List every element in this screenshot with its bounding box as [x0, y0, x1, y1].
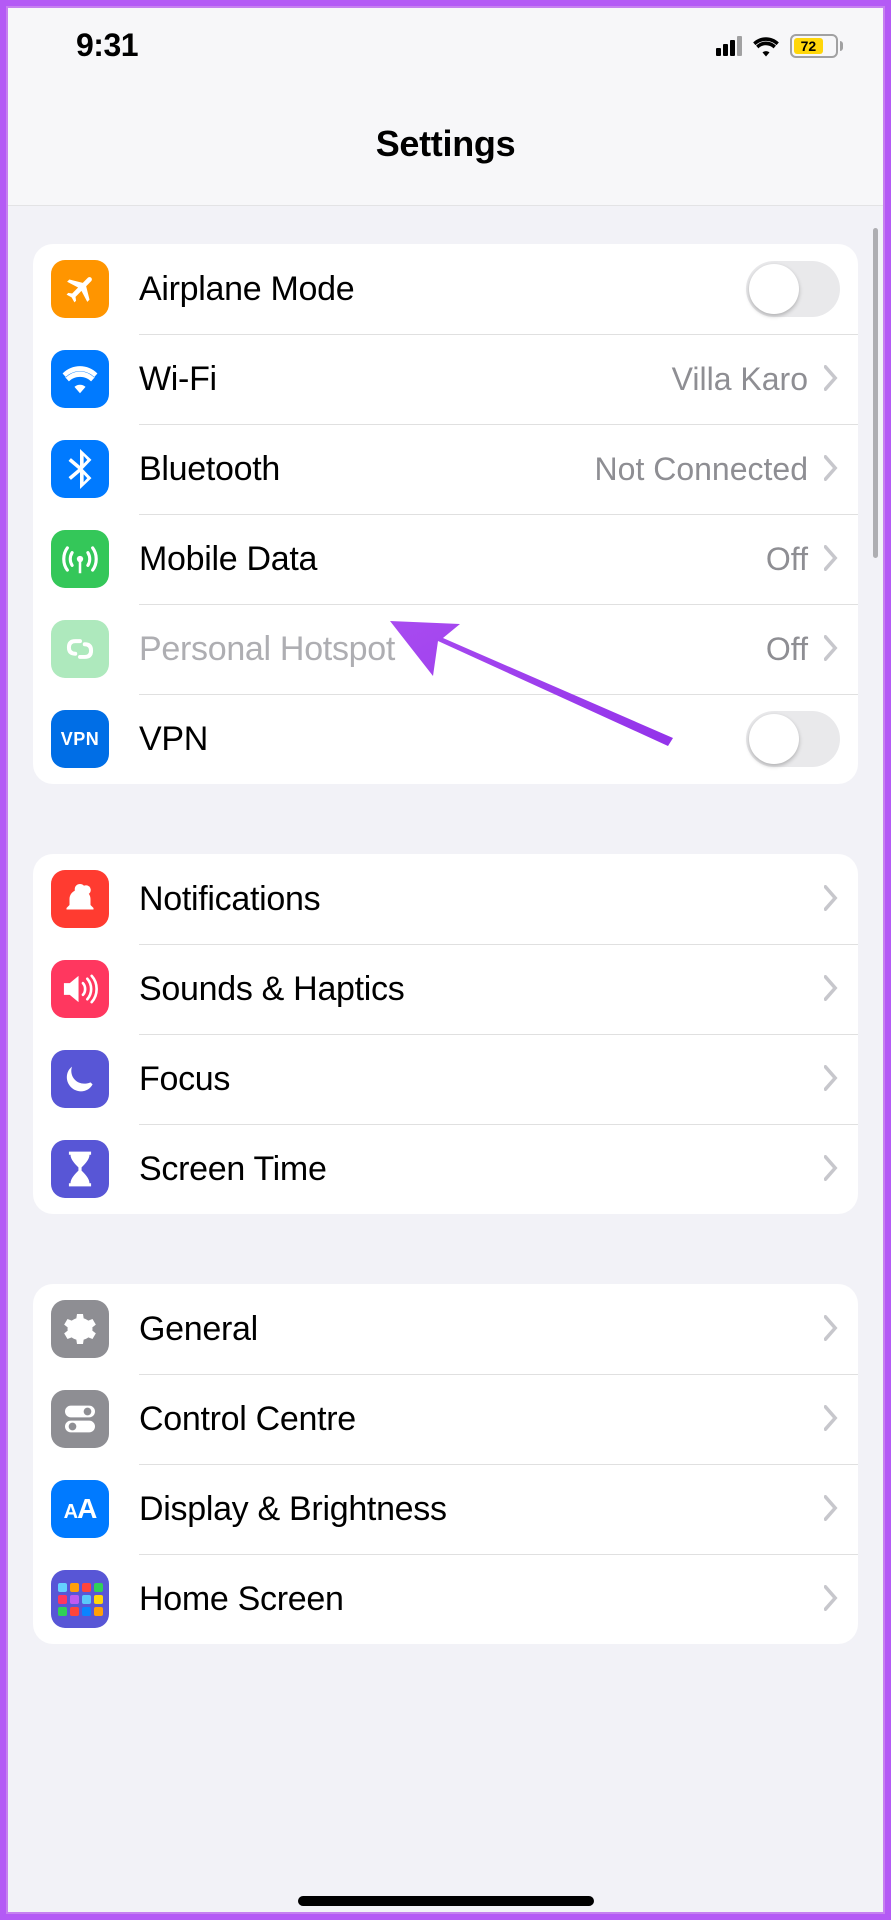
antenna-icon: [51, 530, 109, 588]
row-label: VPN: [139, 720, 208, 759]
row-sounds-haptics[interactable]: Sounds & Haptics: [33, 944, 858, 1034]
wifi-status-icon: [752, 35, 780, 57]
page-title: Settings: [8, 73, 883, 206]
airplane-icon: [51, 260, 109, 318]
row-screen-time[interactable]: Screen Time: [33, 1124, 858, 1214]
row-label: Bluetooth: [139, 450, 280, 489]
row-airplane-mode[interactable]: Airplane Mode: [33, 244, 858, 334]
chevron-right-icon: [822, 448, 840, 491]
chevron-right-icon: [822, 968, 840, 1011]
row-detail: Villa Karo: [672, 361, 808, 398]
hourglass-icon: [51, 1140, 109, 1198]
row-label: General: [139, 1310, 258, 1349]
row-label: Focus: [139, 1060, 230, 1099]
row-mobile-data[interactable]: Mobile Data Off: [33, 514, 858, 604]
row-vpn[interactable]: VPN VPN: [33, 694, 858, 784]
chevron-right-icon: [822, 538, 840, 581]
airplane-toggle[interactable]: [746, 261, 840, 317]
row-label: Wi-Fi: [139, 360, 217, 399]
row-label: Personal Hotspot: [139, 630, 395, 669]
row-focus[interactable]: Focus: [33, 1034, 858, 1124]
chevron-right-icon: [822, 1488, 840, 1531]
chevron-right-icon: [822, 628, 840, 671]
status-bar: 9:31 72: [8, 8, 883, 73]
speaker-icon: [51, 960, 109, 1018]
aa-icon: AA: [51, 1480, 109, 1538]
status-time: 9:31: [76, 27, 138, 64]
row-label: Mobile Data: [139, 540, 317, 579]
switches-icon: [51, 1390, 109, 1448]
row-label: Display & Brightness: [139, 1490, 447, 1529]
row-detail: Off: [766, 541, 808, 578]
row-bluetooth[interactable]: Bluetooth Not Connected: [33, 424, 858, 514]
row-label: Control Centre: [139, 1400, 356, 1439]
vpn-icon: VPN: [51, 710, 109, 768]
row-label: Sounds & Haptics: [139, 970, 404, 1009]
row-wifi[interactable]: Wi-Fi Villa Karo: [33, 334, 858, 424]
scroll-indicator[interactable]: [873, 228, 878, 558]
row-general[interactable]: General: [33, 1284, 858, 1374]
row-home-screen[interactable]: Home Screen: [33, 1554, 858, 1644]
settings-group-general: General Control Centre AA Display & Brig…: [33, 1284, 858, 1644]
home-indicator[interactable]: [298, 1896, 594, 1906]
vpn-toggle[interactable]: [746, 711, 840, 767]
gear-icon: [51, 1300, 109, 1358]
row-detail: Off: [766, 631, 808, 668]
chevron-right-icon: [822, 1308, 840, 1351]
row-display-brightness[interactable]: AA Display & Brightness: [33, 1464, 858, 1554]
bluetooth-icon: [51, 440, 109, 498]
chevron-right-icon: [822, 1058, 840, 1101]
chevron-right-icon: [822, 878, 840, 921]
row-label: Home Screen: [139, 1580, 344, 1619]
row-label: Notifications: [139, 880, 320, 919]
row-label: Airplane Mode: [139, 270, 354, 309]
link-icon: [51, 620, 109, 678]
settings-group-notifications: Notifications Sounds & Haptics Focus S: [33, 854, 858, 1214]
row-notifications[interactable]: Notifications: [33, 854, 858, 944]
chevron-right-icon: [822, 1148, 840, 1191]
chevron-right-icon: [822, 358, 840, 401]
row-personal-hotspot[interactable]: Personal Hotspot Off: [33, 604, 858, 694]
row-detail: Not Connected: [595, 451, 808, 488]
row-label: Screen Time: [139, 1150, 327, 1189]
chevron-right-icon: [822, 1398, 840, 1441]
chevron-right-icon: [822, 1578, 840, 1621]
moon-icon: [51, 1050, 109, 1108]
battery-icon: 72: [790, 34, 843, 58]
cellular-signal-icon: [716, 36, 742, 56]
bell-icon: [51, 870, 109, 928]
settings-group-connectivity: Airplane Mode Wi-Fi Villa Karo Bluetooth…: [33, 244, 858, 784]
home-grid-icon: [51, 1570, 109, 1628]
wifi-icon: [51, 350, 109, 408]
row-control-centre[interactable]: Control Centre: [33, 1374, 858, 1464]
